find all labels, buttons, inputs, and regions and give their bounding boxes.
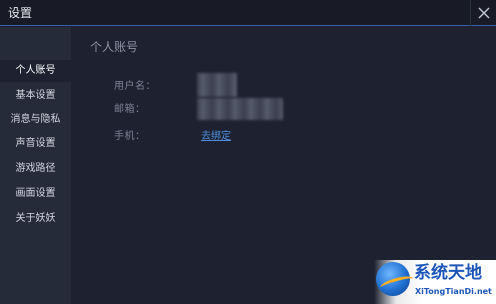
settings-sidebar: 个人账号 基本设置 消息与隐私 声音设置 游戏路径 画面设置 关于妖妖: [0, 27, 71, 304]
email-value-redacted: [197, 98, 283, 120]
username-value-redacted: [197, 73, 237, 97]
close-button[interactable]: [470, 0, 496, 26]
bind-phone-link[interactable]: 去绑定: [201, 131, 231, 143]
email-label: 邮箱：: [114, 104, 146, 115]
settings-window: 设置 个人账号 基本设置 消息与隐私 声音设置 游戏路径 画面设置 关于妖妖 个…: [0, 0, 496, 304]
sidebar-item-messages-privacy[interactable]: 消息与隐私: [0, 109, 71, 131]
window-title: 设置: [8, 6, 33, 20]
sidebar-item-display-settings[interactable]: 画面设置: [0, 183, 71, 205]
watermark-name-cn: 系统天地: [414, 263, 482, 283]
username-label: 用户名：: [114, 81, 156, 92]
site-watermark: 系统天地 XiTongTianDi.net: [374, 260, 496, 304]
sidebar-item-game-path[interactable]: 游戏路径: [0, 158, 71, 180]
title-bar: 设置: [0, 0, 496, 26]
sidebar-item-personal-account[interactable]: 个人账号: [0, 60, 71, 82]
sidebar-item-about[interactable]: 关于妖妖: [0, 208, 71, 230]
section-title: 个人账号: [90, 40, 139, 54]
sidebar-item-sound-settings[interactable]: 声音设置: [0, 133, 71, 155]
watermark-name-en: XiTongTianDi.net: [415, 287, 492, 296]
sidebar-item-basic-settings[interactable]: 基本设置: [0, 85, 71, 107]
phone-label: 手机：: [114, 131, 146, 142]
close-icon: [478, 7, 489, 19]
